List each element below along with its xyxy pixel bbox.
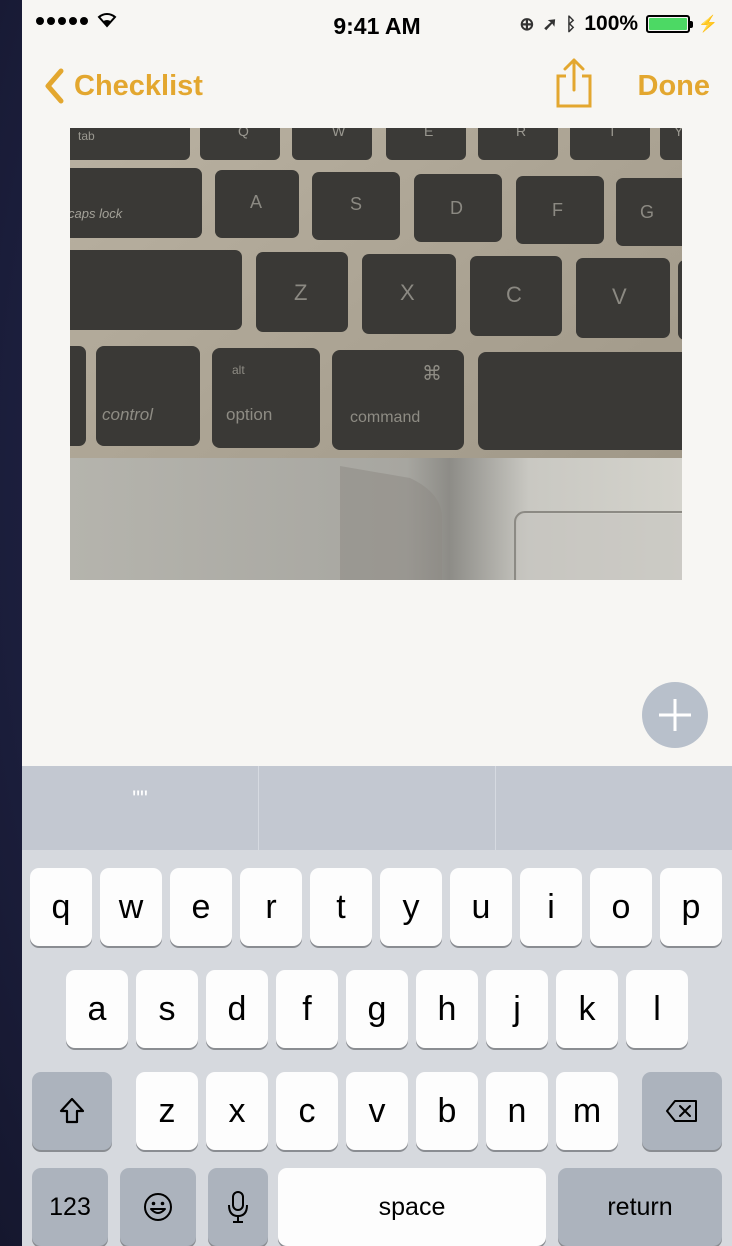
add-button[interactable]	[642, 682, 708, 748]
key-i[interactable]: i	[520, 868, 582, 946]
photo-key-e: E	[424, 128, 433, 139]
battery-percent: 100%	[584, 12, 639, 35]
photo-key-alt: alt	[232, 363, 245, 377]
photo-key-t: T	[608, 128, 617, 139]
key-y[interactable]: y	[380, 868, 442, 946]
key-l[interactable]: l	[626, 970, 688, 1048]
microphone-icon	[228, 1191, 248, 1223]
photo-key-y: Y	[674, 128, 682, 139]
key-m[interactable]: m	[556, 1072, 618, 1150]
photo-key-c: C	[506, 282, 522, 307]
photo-key-r: R	[516, 128, 526, 139]
key-v[interactable]: v	[346, 1072, 408, 1150]
done-button[interactable]: Done	[638, 70, 711, 103]
suggestion-3[interactable]	[496, 766, 732, 850]
photo-key-control: control	[102, 405, 154, 424]
key-c[interactable]: c	[276, 1072, 338, 1150]
key-g[interactable]: g	[346, 970, 408, 1048]
key-r[interactable]: r	[240, 868, 302, 946]
key-t[interactable]: t	[310, 868, 372, 946]
key-n[interactable]: n	[486, 1072, 548, 1150]
photo-key-command: command	[350, 409, 420, 426]
rotation-lock-icon: ⊕	[519, 13, 535, 34]
charging-icon: ⚡	[698, 16, 718, 33]
photo-key-w: W	[332, 128, 346, 139]
delete-key[interactable]	[642, 1072, 722, 1150]
photo-key-g: G	[640, 202, 654, 222]
photo-key-f: F	[552, 200, 563, 220]
key-e[interactable]: e	[170, 868, 232, 946]
attached-photo[interactable]: tab Q W E R T Y caps lock A S D F G Z X …	[70, 128, 682, 580]
key-s[interactable]: s	[136, 970, 198, 1048]
key-k[interactable]: k	[556, 970, 618, 1048]
photo-key-command-symbol: ⌘	[422, 361, 442, 385]
key-x[interactable]: x	[206, 1072, 268, 1150]
back-button-label: Checklist	[74, 69, 203, 102]
emoji-icon	[144, 1193, 172, 1221]
key-z[interactable]: z	[136, 1072, 198, 1150]
key-b[interactable]: b	[416, 1072, 478, 1150]
photo-key-x: X	[400, 280, 415, 305]
battery-icon	[646, 15, 694, 33]
photo-key-caps-lock: caps lock	[70, 206, 124, 221]
key-j[interactable]: j	[486, 970, 548, 1048]
delete-icon	[666, 1100, 697, 1122]
on-screen-keyboard: q w e r t y u i o p a s d f g h j k l z …	[22, 850, 732, 1246]
photo-key-a: A	[250, 192, 262, 212]
share-icon[interactable]	[552, 56, 596, 110]
status-bar: 9:41 AM ⊕ ➚ ᛒ 100% ⚡	[22, 0, 732, 50]
predictive-text-bar: ""	[22, 766, 732, 850]
numbers-key[interactable]: 123	[32, 1168, 108, 1246]
key-a[interactable]: a	[66, 970, 128, 1048]
key-w[interactable]: w	[100, 868, 162, 946]
key-d[interactable]: d	[206, 970, 268, 1048]
shift-icon	[59, 1097, 85, 1124]
emoji-key[interactable]	[120, 1168, 196, 1246]
navigation-bar: Checklist Done	[22, 56, 732, 116]
photo-key-option: option	[226, 405, 272, 424]
keyboard-photo-image: tab Q W E R T Y caps lock A S D F G Z X …	[70, 128, 682, 580]
key-q[interactable]: q	[30, 868, 92, 946]
bluetooth-icon: ᛒ	[565, 13, 577, 34]
key-p[interactable]: p	[660, 868, 722, 946]
key-h[interactable]: h	[416, 970, 478, 1048]
shift-key[interactable]	[32, 1072, 112, 1150]
key-f[interactable]: f	[276, 970, 338, 1048]
photo-key-z: Z	[294, 280, 307, 305]
photo-key-d: D	[450, 198, 463, 218]
space-key[interactable]: space	[278, 1168, 546, 1246]
notes-screen: 9:41 AM ⊕ ➚ ᛒ 100% ⚡ Checklist Done tab …	[22, 0, 732, 1246]
key-o[interactable]: o	[590, 868, 652, 946]
photo-key-q: Q	[238, 128, 249, 139]
return-key[interactable]: return	[558, 1168, 722, 1246]
back-button[interactable]: Checklist	[44, 68, 203, 104]
location-icon: ➚	[542, 13, 558, 34]
dictation-key[interactable]	[208, 1168, 268, 1246]
suggestion-2[interactable]	[259, 766, 496, 850]
suggestion-1[interactable]: ""	[22, 766, 259, 850]
photo-key-s: S	[350, 194, 362, 214]
photo-key-tab: tab	[78, 129, 95, 143]
photo-key-v: V	[612, 284, 627, 309]
chevron-left-icon	[45, 68, 64, 104]
key-u[interactable]: u	[450, 868, 512, 946]
